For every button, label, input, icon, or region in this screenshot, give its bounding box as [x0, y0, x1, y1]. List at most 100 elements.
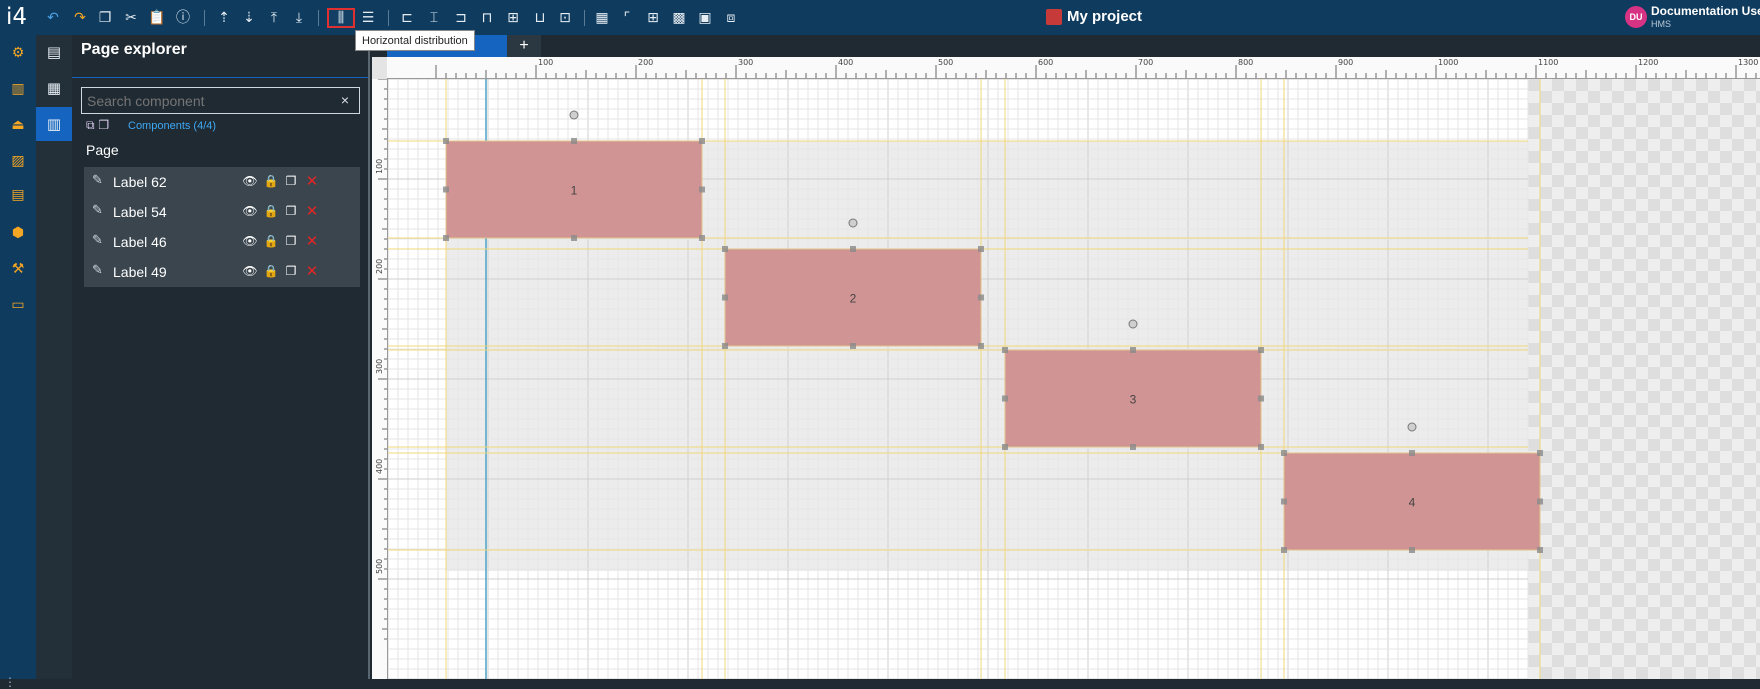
- checker-cell: [1624, 463, 1636, 475]
- checker-cell: [1624, 127, 1636, 139]
- checker-cell: [1564, 667, 1576, 679]
- snap-grid-icon[interactable]: ▩: [669, 8, 689, 28]
- align-middle-icon[interactable]: ⊞: [503, 8, 523, 28]
- checker-cell: [1696, 535, 1708, 547]
- layout-icon[interactable]: ▦: [36, 71, 72, 105]
- fit-view-icon[interactable]: ⧈: [721, 8, 741, 28]
- visibility-eye-icon[interactable]: 👁: [242, 233, 258, 249]
- lock-icon[interactable]: 🔒: [263, 233, 279, 249]
- checker-cell: [1732, 619, 1744, 631]
- grid-icon[interactable]: ▦: [592, 8, 612, 28]
- ruler-label: 1300: [1738, 58, 1758, 67]
- select-components-icon[interactable]: ⧉ ❐: [86, 118, 109, 133]
- duplicate-icon[interactable]: ❐: [283, 263, 299, 279]
- package-icon[interactable]: ⬢: [8, 223, 28, 243]
- duplicate-icon[interactable]: ❐: [283, 173, 299, 189]
- checker-cell: [1576, 439, 1588, 451]
- archive-icon[interactable]: ▭: [8, 295, 28, 315]
- lock-icon[interactable]: 🔒: [263, 263, 279, 279]
- panel-scrollbar[interactable]: [368, 35, 370, 679]
- checker-cell: [1600, 151, 1612, 163]
- delete-icon[interactable]: ✕: [304, 173, 320, 189]
- checker-cell: [1576, 319, 1588, 331]
- components-icon[interactable]: ▤: [36, 35, 72, 69]
- undo-icon[interactable]: ↶: [43, 8, 63, 28]
- duplicate-icon[interactable]: ❐: [283, 233, 299, 249]
- delete-icon[interactable]: ✕: [304, 233, 320, 249]
- delete-icon[interactable]: ✕: [304, 263, 320, 279]
- checker-cell: [1528, 439, 1540, 451]
- checker-cell: [1540, 475, 1552, 487]
- checker-cell: [1672, 535, 1684, 547]
- checker-cell: [1672, 511, 1684, 523]
- settings-gear-icon[interactable]: ⚙: [8, 43, 28, 63]
- label-pencil-icon: ✎: [92, 263, 103, 278]
- checker-cell: [1588, 307, 1600, 319]
- horizontal-distribution-icon[interactable]: ⫼: [327, 8, 355, 28]
- list-item[interactable]: ✎ Label 49 👁 🔒 ❐ ✕: [84, 257, 360, 287]
- align-right-icon[interactable]: ⊐: [451, 8, 471, 28]
- list-item[interactable]: ✎ Label 54 👁 🔒 ❐ ✕: [84, 197, 360, 227]
- center-canvas-icon[interactable]: ⊡: [555, 8, 575, 28]
- design-canvas[interactable]: 1 2 3 4: [388, 79, 1760, 679]
- add-tab-button[interactable]: +: [507, 35, 541, 57]
- checker-cell: [1564, 283, 1576, 295]
- search-input[interactable]: [81, 87, 360, 114]
- align-center-icon[interactable]: ⌶: [424, 8, 444, 28]
- visibility-eye-icon[interactable]: 👁: [242, 203, 258, 219]
- checker-cell: [1636, 259, 1648, 271]
- lock-icon[interactable]: 🔒: [263, 203, 279, 219]
- more-icon[interactable]: ⋮: [4, 675, 16, 689]
- align-top-icon[interactable]: ⊓: [477, 8, 497, 28]
- lock-icon[interactable]: 🔒: [263, 173, 279, 189]
- checker-cell: [1756, 595, 1760, 607]
- ruler-label: 900: [1338, 58, 1353, 67]
- align-bottom-icon[interactable]: ⊔: [530, 8, 550, 28]
- checker-cell: [1612, 211, 1624, 223]
- checker-cell: [1720, 127, 1732, 139]
- redo-icon[interactable]: ↷: [70, 8, 90, 28]
- checker-cell: [1696, 487, 1708, 499]
- list-item[interactable]: ✎ Label 46 👁 🔒 ❐ ✕: [84, 227, 360, 257]
- delete-icon[interactable]: ✕: [304, 203, 320, 219]
- checker-cell: [1672, 439, 1684, 451]
- paste-icon[interactable]: 📋: [147, 8, 167, 28]
- align-left-icon[interactable]: ⊏: [397, 8, 417, 28]
- checker-cell: [1672, 319, 1684, 331]
- checker-cell: [1756, 547, 1760, 559]
- cut-icon[interactable]: ✂: [121, 8, 141, 28]
- avatar[interactable]: DU: [1625, 6, 1647, 28]
- info-icon[interactable]: ⓘ: [173, 8, 193, 28]
- checker-cell: [1672, 631, 1684, 643]
- checker-cell: [1588, 571, 1600, 583]
- image-icon[interactable]: ▨: [8, 151, 28, 171]
- checker-cell: [1660, 259, 1672, 271]
- checker-cell: [1636, 523, 1648, 535]
- checker-cell: [1660, 211, 1672, 223]
- checker-cell: [1600, 175, 1612, 187]
- checker-cell: [1744, 271, 1756, 283]
- config-icon[interactable]: ⚒: [8, 259, 28, 279]
- checker-cell: [1744, 487, 1756, 499]
- copy-icon[interactable]: ❐: [95, 8, 115, 28]
- checker-cell: [1528, 391, 1540, 403]
- bring-front-icon[interactable]: ⇡: [214, 8, 234, 28]
- rulers-icon[interactable]: ⌜: [617, 8, 637, 28]
- clear-search-icon[interactable]: ×: [337, 92, 353, 108]
- print-icon[interactable]: ▤: [8, 185, 28, 205]
- send-backward-icon[interactable]: ⤓: [289, 8, 309, 28]
- snap-objects-icon[interactable]: ▣: [695, 8, 715, 28]
- visibility-eye-icon[interactable]: 👁: [242, 263, 258, 279]
- vertical-distribution-icon[interactable]: ☰: [358, 8, 378, 28]
- dashboard-icon[interactable]: ▥: [8, 79, 28, 99]
- visibility-eye-icon[interactable]: 👁: [242, 173, 258, 189]
- page-explorer-icon[interactable]: ▥: [36, 107, 72, 141]
- duplicate-icon[interactable]: ❐: [283, 203, 299, 219]
- send-back-icon[interactable]: ⇣: [239, 8, 259, 28]
- list-item[interactable]: ✎ Label 62 👁 🔒 ❐ ✕: [84, 167, 360, 197]
- bring-forward-icon[interactable]: ⤒: [264, 8, 284, 28]
- checker-cell: [1720, 559, 1732, 571]
- alarm-icon[interactable]: ⏏: [8, 115, 28, 135]
- guides-icon[interactable]: ⊞: [643, 8, 663, 28]
- checker-cell: [1696, 175, 1708, 187]
